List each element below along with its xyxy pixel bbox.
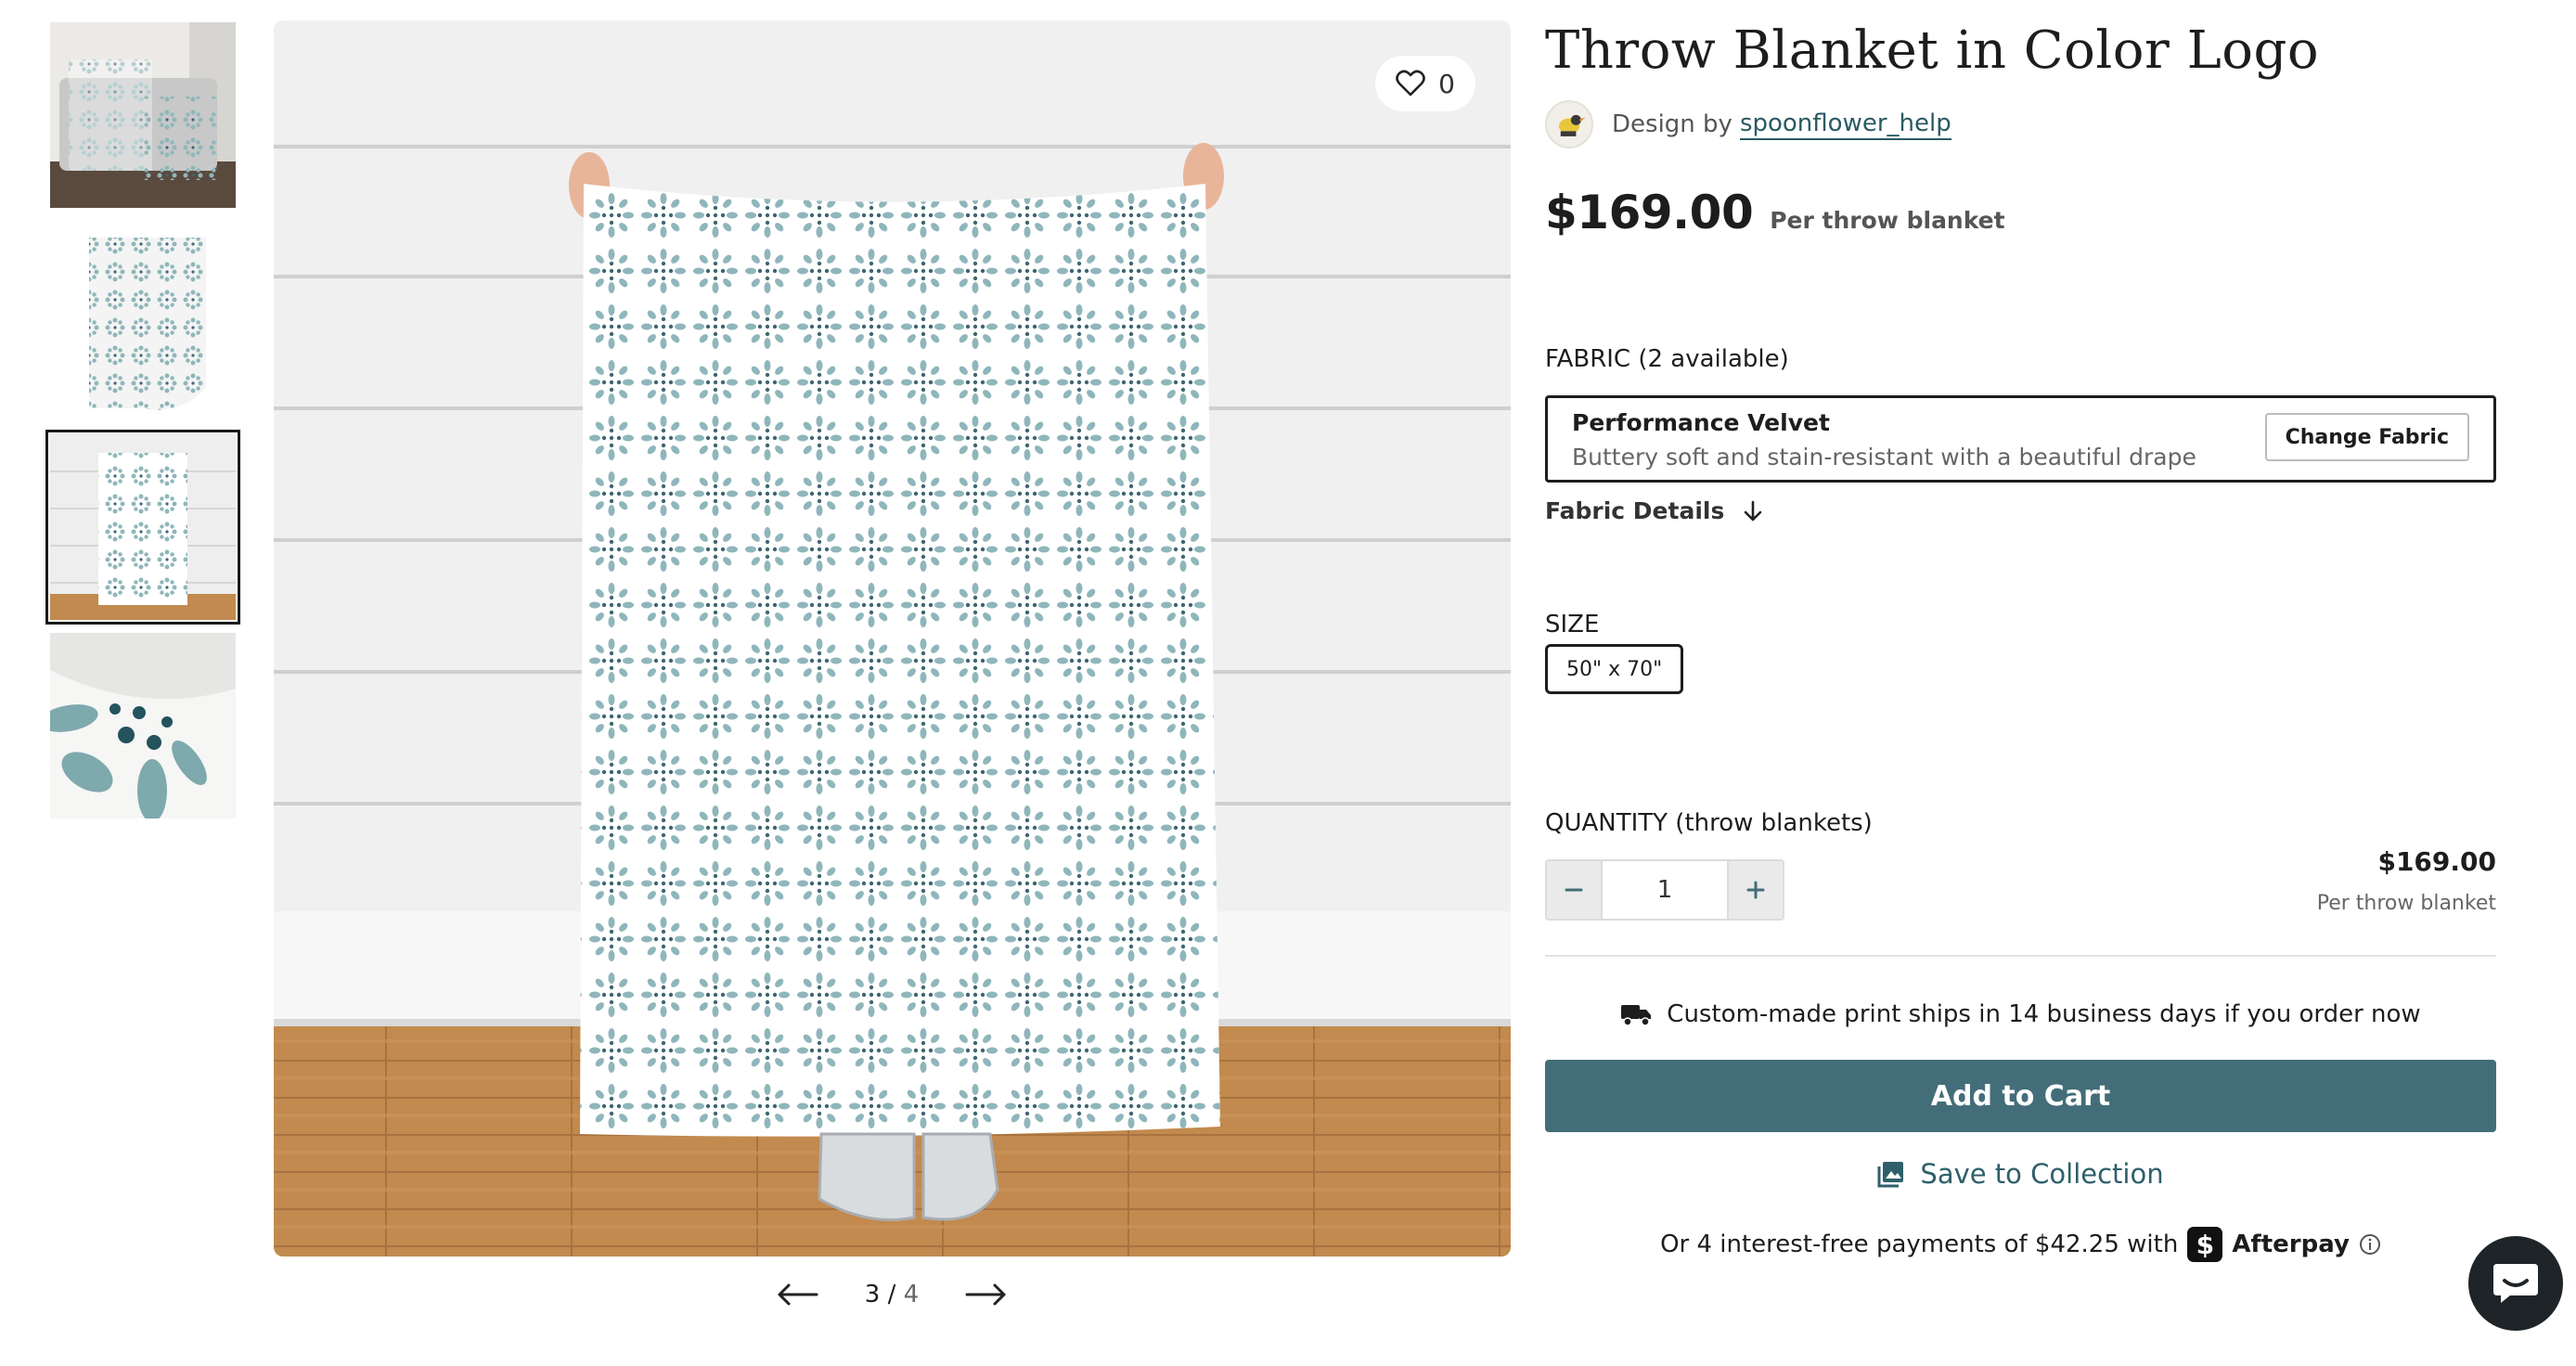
quantity-input[interactable]: 1 — [1601, 861, 1729, 919]
line-total: $169.00 Per throw blanket — [2317, 846, 2496, 915]
quantity-stepper: 1 — [1545, 859, 1784, 921]
thumbnail-held-image — [50, 434, 236, 620]
shipping-notice: Custom-made print ships in 14 business d… — [1545, 1000, 2496, 1028]
price-unit: Per throw blanket — [1770, 207, 2005, 234]
main-product-image: 0 — [274, 20, 1511, 1256]
price-row: $169.00 Per throw blanket — [1545, 186, 2005, 239]
chat-button[interactable] — [2468, 1236, 2563, 1331]
line-total-unit: Per throw blanket — [2316, 892, 2496, 915]
counter-separator: / — [887, 1281, 896, 1308]
truck-icon — [1621, 1005, 1652, 1026]
size-option-50x70[interactable]: 50" x 70" — [1545, 644, 1684, 694]
info-icon[interactable] — [2359, 1233, 2381, 1256]
thumbnail-sofa[interactable] — [50, 22, 236, 208]
product-title: Throw Blanket in Color Logo — [1545, 20, 2320, 81]
afterpay-brand: Afterpay — [2232, 1231, 2350, 1258]
arrow-left-icon[interactable] — [776, 1281, 818, 1308]
afterpay-text: Or 4 interest-free payments of $42.25 wi… — [1660, 1231, 2179, 1258]
afterpay-notice: Or 4 interest-free payments of $42.25 wi… — [1545, 1227, 2496, 1262]
save-to-collection-button[interactable]: Save to Collection — [1545, 1158, 2496, 1190]
save-to-collection-label: Save to Collection — [1920, 1158, 2164, 1190]
change-fabric-button[interactable]: Change Fabric — [2264, 413, 2469, 461]
thumbnail-folded-image — [50, 230, 236, 416]
fabric-details-label: Fabric Details — [1545, 497, 1725, 524]
quantity-decrement-button[interactable] — [1547, 861, 1601, 919]
total-image-number: 4 — [903, 1281, 920, 1308]
collection-icon — [1877, 1162, 1904, 1188]
image-counter: 3 / 4 — [865, 1281, 919, 1308]
add-to-cart-button[interactable]: Add to Cart — [1545, 1060, 2496, 1132]
divider — [1545, 955, 2496, 957]
size-label: SIZE — [1545, 611, 1600, 638]
bird-logo-icon — [1558, 114, 1586, 136]
designer-line: Design by spoonflower_help — [1545, 100, 1951, 148]
arrow-down-icon — [1745, 500, 1762, 521]
line-total-amount: $169.00 — [2377, 846, 2496, 877]
thumbnail-closeup[interactable] — [50, 633, 236, 818]
current-image-number: 3 — [864, 1281, 881, 1308]
designer-link[interactable]: spoonflower_help — [1739, 110, 1951, 140]
thumbnail-folded[interactable] — [50, 230, 236, 416]
arrow-right-icon[interactable] — [965, 1281, 1008, 1308]
thumbnail-sofa-image — [50, 22, 236, 208]
quantity-label: QUANTITY (throw blankets) — [1545, 809, 1873, 837]
product-info-panel: Throw Blanket in Color Logo Design by sp… — [1545, 0, 2496, 1366]
heart-icon — [1396, 70, 1425, 97]
fabric-details-toggle[interactable]: Fabric Details — [1545, 497, 1765, 524]
image-pager: 3 / 4 — [776, 1271, 1008, 1318]
favorite-count: 0 — [1438, 68, 1455, 99]
quantity-increment-button[interactable] — [1729, 861, 1783, 919]
blanket-scene — [274, 20, 1511, 1256]
design-by-label: Design by — [1612, 110, 1732, 138]
designer-avatar[interactable] — [1545, 100, 1593, 148]
fabric-selector[interactable]: Performance Velvet Buttery soft and stai… — [1545, 395, 2496, 483]
minus-icon — [1565, 888, 1583, 892]
chat-icon — [2493, 1264, 2538, 1303]
shipping-text: Custom-made print ships in 14 business d… — [1667, 1000, 2421, 1028]
plus-icon — [1746, 881, 1765, 899]
thumbnail-held[interactable] — [45, 430, 240, 625]
favorite-button[interactable]: 0 — [1375, 56, 1475, 111]
afterpay-logo: $ — [2187, 1227, 2223, 1262]
thumbnail-closeup-image — [50, 633, 236, 818]
fabric-label: FABRIC (2 available) — [1545, 345, 1789, 373]
product-price: $169.00 — [1545, 186, 1754, 239]
